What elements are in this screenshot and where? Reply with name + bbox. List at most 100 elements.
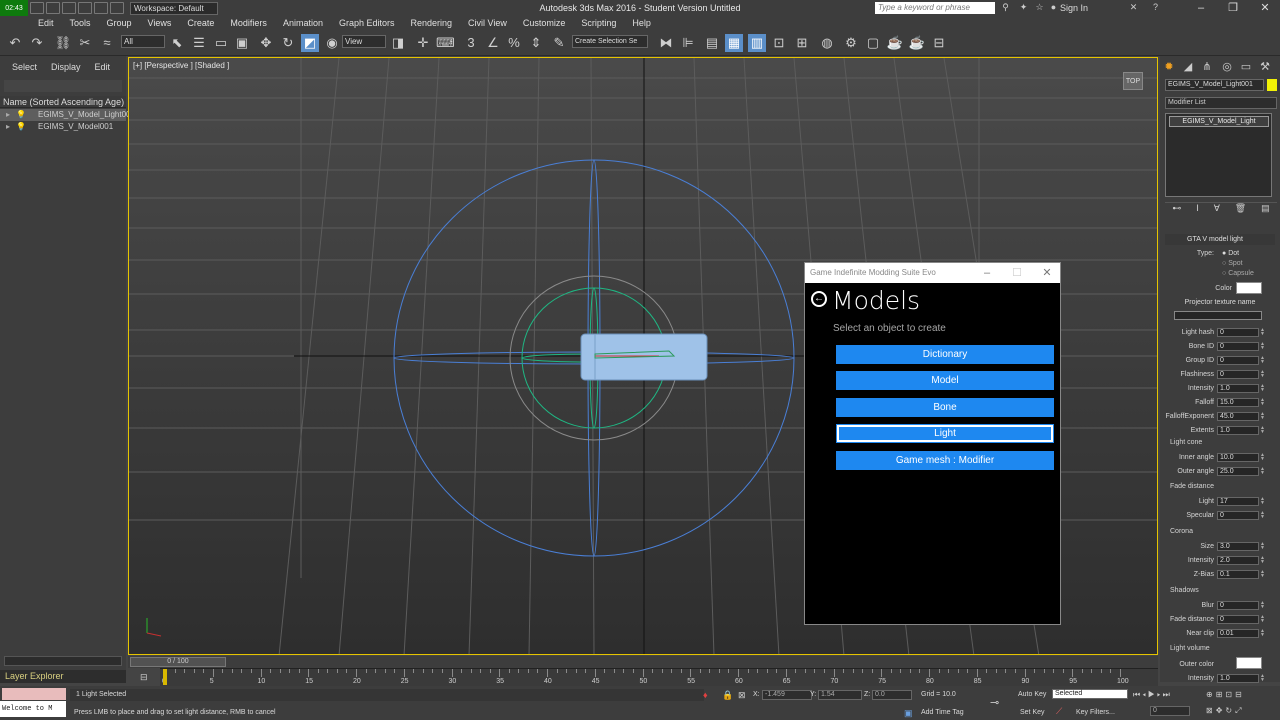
spinner-arrows-icon[interactable]: ▲ ▼ xyxy=(1260,542,1265,551)
reference-coordinate-dropdown[interactable]: View xyxy=(342,35,386,48)
param-spinner-field[interactable]: 3.0 xyxy=(1217,542,1259,551)
spinner-arrows-icon[interactable]: ▲ ▼ xyxy=(1260,412,1265,421)
z-coordinate-field[interactable]: 0.0 xyxy=(872,690,912,700)
undo-icon[interactable]: ↶ xyxy=(6,34,24,52)
schematic-view-icon[interactable]: ⊞ xyxy=(793,34,811,52)
menu-customize[interactable]: Customize xyxy=(515,18,574,28)
viewport-label[interactable]: [+] [Perspective ] [Shaded ] xyxy=(133,61,229,70)
menu-graph-editors[interactable]: Graph Editors xyxy=(331,18,403,28)
light-button[interactable]: Light xyxy=(836,424,1054,443)
maxscript-mini-listener[interactable]: Welcome to M xyxy=(0,701,66,717)
tab-select[interactable]: Select xyxy=(12,62,37,78)
modifier-stack[interactable]: EGIMS_V_Model_Light xyxy=(1165,113,1272,197)
help-icon[interactable]: ? xyxy=(1150,2,1161,13)
param-spinner-field[interactable]: 0.01 xyxy=(1217,629,1259,638)
param-spinner-field[interactable]: 17 xyxy=(1217,497,1259,506)
render-online-icon[interactable]: ⊟ xyxy=(930,34,948,52)
rectangle-selection-icon[interactable]: ▭ xyxy=(212,34,230,52)
viewport-navigation-icons[interactable]: ⊠✥↻⤢ xyxy=(1206,706,1278,716)
param-spinner-field[interactable]: 0 xyxy=(1217,370,1259,379)
param-spinner-field[interactable]: 15.0 xyxy=(1217,398,1259,407)
spinner-arrows-icon[interactable]: ▲ ▼ xyxy=(1260,328,1265,337)
spinner-arrows-icon[interactable]: ▲ ▼ xyxy=(1260,629,1265,638)
color-swatch[interactable] xyxy=(1236,282,1262,294)
param-spinner-field[interactable]: 0 xyxy=(1217,356,1259,365)
minimize-icon[interactable]: – xyxy=(1186,0,1216,16)
key-mode-icon[interactable]: ⟋ xyxy=(1056,706,1062,717)
menu-scripting[interactable]: Scripting xyxy=(573,18,624,28)
radio-spot[interactable]: ○ Spot xyxy=(1222,260,1243,267)
toggle-ribbon-icon[interactable]: ▦ xyxy=(725,34,743,52)
named-selection-dropdown[interactable]: Create Selection Se xyxy=(572,35,648,48)
save-icon[interactable] xyxy=(62,2,76,14)
dialog-maximize-icon[interactable]: ☐ xyxy=(1007,263,1027,283)
spinner-arrows-icon[interactable]: ▲ ▼ xyxy=(1260,342,1265,351)
motion-tab-icon[interactable]: ◎ xyxy=(1220,60,1234,74)
viewport-navigation-icons[interactable]: ⊕⊞⊡⊟ xyxy=(1206,690,1278,699)
param-spinner-field[interactable]: 1.0 xyxy=(1217,674,1259,683)
absolute-mode-icon[interactable]: ⊠ xyxy=(738,690,746,701)
align-icon[interactable]: ⊫ xyxy=(679,34,697,52)
keyword-search-input[interactable]: Type a keyword or phrase xyxy=(875,2,995,14)
select-by-name-icon[interactable]: ☰ xyxy=(190,34,208,52)
spinner-arrows-icon[interactable]: ▲ ▼ xyxy=(1260,601,1265,610)
selection-filter-dropdown[interactable]: All xyxy=(121,35,165,48)
remove-modifier-icon[interactable]: 🗑 xyxy=(1235,203,1246,214)
display-tab-icon[interactable]: ▭ xyxy=(1239,60,1253,74)
hierarchy-tab-icon[interactable]: ⋔ xyxy=(1200,60,1214,74)
select-object-icon[interactable]: ⬉ xyxy=(168,34,186,52)
stack-item[interactable]: EGIMS_V_Model_Light xyxy=(1169,116,1269,127)
manipulate-icon[interactable]: ✛ xyxy=(414,34,432,52)
param-spinner-field[interactable]: 0 xyxy=(1217,601,1259,610)
param-spinner-field[interactable]: 2.0 xyxy=(1217,556,1259,565)
isolate-icon[interactable]: ♦ xyxy=(703,690,708,700)
set-key-button[interactable]: Set Key xyxy=(1020,709,1045,716)
model-button[interactable]: Model xyxy=(836,371,1054,390)
projector-texture-input[interactable] xyxy=(1174,311,1262,320)
table-row[interactable]: ▸ 💡 EGIMS_V_Model_Light001 xyxy=(0,109,135,121)
spinner-arrows-icon[interactable]: ▲ ▼ xyxy=(1260,570,1265,579)
scale-icon[interactable]: ◩ xyxy=(301,34,319,52)
dialog-close-icon[interactable]: ✕ xyxy=(1037,263,1057,283)
selection-set-dropdown[interactable]: Selected xyxy=(1052,689,1128,699)
redo-icon[interactable] xyxy=(94,2,108,14)
bone-button[interactable]: Bone xyxy=(836,398,1054,417)
param-spinner-field[interactable]: 0.1 xyxy=(1217,570,1259,579)
key-filters-button[interactable]: Key Filters... xyxy=(1076,709,1115,716)
explorer-column-header[interactable]: Name (Sorted Ascending Age) xyxy=(0,96,126,108)
link-icon[interactable]: ⛓ xyxy=(54,34,72,52)
radio-capsule[interactable]: ○ Capsule xyxy=(1222,270,1254,277)
scene-explorer-icon[interactable]: ▥ xyxy=(748,34,766,52)
track-bar[interactable]: 0510152025303540455055606570758085909510… xyxy=(160,668,1158,686)
render-production-icon[interactable]: ☕ xyxy=(886,34,904,52)
param-spinner-field[interactable]: 0 xyxy=(1217,328,1259,337)
param-spinner-field[interactable]: 1.0 xyxy=(1217,426,1259,435)
playback-controls[interactable]: ⏮◂▶▸⏭ xyxy=(1133,690,1205,700)
close-icon[interactable]: ✕ xyxy=(1250,0,1280,16)
game-mesh-modifier-button[interactable]: Game mesh : Modifier xyxy=(836,451,1054,470)
subscription-icon[interactable]: ✦ xyxy=(1018,2,1029,13)
exchange-icon[interactable]: ✕ xyxy=(1128,2,1139,13)
show-end-result-icon[interactable]: Ⅰ xyxy=(1196,203,1199,214)
configure-sets-icon[interactable]: ▤ xyxy=(1261,203,1270,214)
current-frame-field[interactable]: 0 xyxy=(1150,706,1190,716)
keyboard-shortcut-icon[interactable]: ⌨ xyxy=(436,34,455,52)
object-color-swatch[interactable] xyxy=(1267,79,1277,91)
param-spinner-field[interactable]: 1.0 xyxy=(1217,384,1259,393)
auto-key-button[interactable]: Auto Key xyxy=(1018,691,1046,698)
rendered-frame-icon[interactable]: ▢ xyxy=(864,34,882,52)
dialog-minimize-icon[interactable]: – xyxy=(977,263,997,283)
unlink-icon[interactable]: ✂ xyxy=(76,34,94,52)
project-folder-icon[interactable] xyxy=(110,2,124,14)
open-file-icon[interactable] xyxy=(46,2,60,14)
spinner-arrows-icon[interactable]: ▲ ▼ xyxy=(1260,615,1265,624)
menu-views[interactable]: Views xyxy=(140,18,180,28)
rotate-icon[interactable]: ↻ xyxy=(279,34,297,52)
pivot-center-icon[interactable]: ◨ xyxy=(389,34,407,52)
spinner-arrows-icon[interactable]: ▲ ▼ xyxy=(1260,556,1265,565)
spinner-arrows-icon[interactable]: ▲ ▼ xyxy=(1260,356,1265,365)
redo-icon[interactable]: ↷ xyxy=(28,34,46,52)
set-key-icon[interactable]: ⊸ xyxy=(990,696,999,709)
spinner-arrows-icon[interactable]: ▲ ▼ xyxy=(1260,398,1265,407)
param-spinner-field[interactable]: 0 xyxy=(1217,615,1259,624)
